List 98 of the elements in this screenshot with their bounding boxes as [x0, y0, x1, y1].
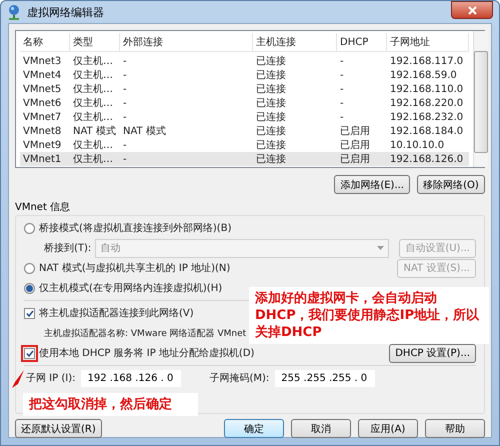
table-cell-text: 已连接 — [255, 68, 287, 82]
dialog-button[interactable]: 确定 — [224, 419, 284, 438]
annotation-text: 把这勾取消掉，然后确定 — [23, 393, 198, 416]
table-cell-text: 10.10.10.0 — [389, 138, 446, 152]
table-cell-text: 仅主机… — [72, 82, 114, 96]
table-cell-text: - — [122, 152, 128, 166]
column-header[interactable]: 名称 — [20, 33, 70, 51]
table-cell-text: - — [122, 54, 128, 68]
table-cell-text: 已连接 — [255, 124, 287, 138]
scrollbar[interactable] — [473, 31, 488, 167]
table-cell-text: - — [122, 82, 128, 96]
table-cell-text: VMnet8 — [22, 124, 62, 138]
dialog-button[interactable]: 还原默认设置(R) — [15, 419, 102, 438]
table-cell-text: 已启用 — [339, 152, 371, 166]
globe-icon — [7, 4, 21, 20]
checkbox[interactable] — [24, 348, 35, 358]
column-header[interactable]: 主机连接 — [253, 33, 337, 51]
table-row[interactable]: VMnet8 NAT 模式 NAT 模式 已连接 已启用 192.168.184.0 — [20, 124, 469, 138]
table-row[interactable]: VMnet4 仅主机… - 已连接 - 192.168.59.0 — [20, 68, 469, 82]
table-cell-text: 192.168.126.0 — [389, 152, 464, 166]
table-cell-text: 192.168.184.0 — [389, 124, 464, 138]
table-row[interactable]: VMnet9 仅主机… - 已连接 已启用 10.10.10.0 — [20, 138, 469, 152]
column-header[interactable]: DHCP — [337, 33, 387, 51]
bridge-to-label: 桥接到(T): — [44, 242, 92, 255]
table-cell-text: 仅主机… — [72, 54, 114, 68]
table-cell-text: 仅主机… — [72, 110, 114, 124]
group-title: VMnet 信息 — [15, 200, 72, 214]
table-action-button[interactable]: 添加网络(E)... — [334, 175, 410, 194]
table-cell-text: 仅主机… — [72, 68, 114, 82]
caret-icon — [377, 246, 384, 250]
mode-label[interactable]: 仅主机模式(在专用网络内连接虚拟机)(H) — [39, 281, 222, 295]
table-cell-text: VMnet1 — [22, 152, 62, 166]
column-header[interactable]: 子网地址 — [387, 33, 469, 51]
table-cell-text: NAT 模式 — [122, 124, 167, 138]
column-header[interactable]: 类型 — [70, 33, 120, 51]
table-cell-text: 已连接 — [255, 138, 287, 152]
annotation-text: 添加好的虚拟网卡，会自动启动DHCP，我们要使用静态IP地址，所以关掉DHCP — [249, 287, 489, 344]
table-cell-text: VMnet6 — [22, 96, 62, 110]
mode-radio[interactable] — [24, 282, 35, 294]
table-cell-text: - — [339, 54, 345, 68]
window-title: 虚拟网络编辑器 — [27, 4, 105, 20]
table-cell-text: 已连接 — [255, 54, 287, 68]
table-cell-text: 已连接 — [255, 82, 287, 96]
mode-label[interactable]: 桥接模式(将虚拟机直接连接到外部网络)(B) — [39, 221, 232, 235]
field-label: 子网掩码(M): — [209, 372, 270, 385]
checkbox[interactable] — [24, 308, 35, 318]
checkbox-label[interactable]: 将主机虚拟适配器连接到此网络(V) — [39, 306, 194, 320]
pointer-mark — [12, 370, 24, 388]
table-cell-text: 仅主机… — [72, 138, 114, 152]
table-cell-text: 仅主机… — [72, 152, 114, 166]
mode-radio[interactable] — [24, 222, 35, 234]
table-cell-text: VMnet3 — [22, 54, 62, 68]
table-cell-text: - — [122, 110, 128, 124]
table-cell-text: 仅主机… — [72, 96, 114, 110]
table-cell-text: 192.168.117.0 — [389, 54, 464, 68]
table-cell-text: VMnet7 — [22, 110, 62, 124]
table-row[interactable]: VMnet3 仅主机… - 已连接 - 192.168.117.0 — [20, 54, 469, 68]
table-cell-text: 192.168.232.0 — [389, 110, 464, 124]
table-cell-text: NAT 模式 — [72, 124, 117, 138]
table-cell-text: - — [122, 138, 128, 152]
table-cell-text: VMnet9 — [22, 138, 62, 152]
table-row[interactable]: VMnet1 仅主机… - 已连接 已启用 192.168.126.0 — [20, 152, 469, 166]
table-cell-text: 已连接 — [255, 110, 287, 124]
table-row[interactable]: VMnet7 仅主机… - 已连接 - 192.168.232.0 — [20, 110, 469, 124]
table-row[interactable]: VMnet5 仅主机… - 已连接 - 192.168.110.0 — [20, 82, 469, 96]
table-cell-text: VMnet5 — [22, 82, 62, 96]
table-cell-text: 192.168.110.0 — [389, 82, 464, 96]
table-cell-text: VMnet4 — [22, 68, 62, 82]
dialog-button[interactable]: 应用(A) — [358, 419, 418, 438]
field-label: 子网 IP (I): — [26, 372, 76, 385]
table-cell-text: 已启用 — [339, 124, 371, 138]
table-cell-text: 已启用 — [339, 138, 371, 152]
table-action-button[interactable]: 移除网络(O) — [417, 175, 485, 194]
close-button[interactable] — [451, 1, 493, 19]
table-cell-text: - — [122, 68, 128, 82]
table-cell-text: - — [339, 110, 345, 124]
table-cell-text: - — [122, 96, 128, 110]
table-row[interactable]: VMnet6 仅主机… - 已连接 - 192.168.220.0 — [20, 96, 469, 110]
column-header[interactable]: 外部连接 — [120, 33, 253, 51]
checkbox-label[interactable]: 使用本地 DHCP 服务将 IP 地址分配给虚拟机(D) — [39, 346, 254, 360]
subnet-mask-field[interactable]: 255 .255 .255 . 0 — [275, 370, 376, 386]
table-cell-text: - — [339, 96, 345, 110]
checkmark-icon — [26, 350, 34, 356]
mode-label[interactable]: NAT 模式(与虚拟机共享主机的 IP 地址)(N) — [39, 261, 230, 275]
dialog-button[interactable]: 取消 — [291, 419, 351, 438]
dhcp-settings-button[interactable]: DHCP 设置(P)... — [389, 344, 476, 362]
checkmark-icon — [26, 310, 34, 316]
adapter-name-text: 主机虚拟适配器名称: VMware 网络适配器 VMnet — [44, 328, 246, 340]
dialog-button[interactable]: 帮助 — [425, 419, 485, 438]
table-cell-text: 192.168.220.0 — [389, 96, 464, 110]
close-icon — [468, 6, 476, 14]
table-cell-text: - — [339, 82, 345, 96]
table-cell-text: 已连接 — [255, 96, 287, 110]
subnet-ip-field[interactable]: 192 .168 .126 . 0 — [81, 370, 182, 386]
table-cell-text: - — [339, 68, 345, 82]
mode-radio[interactable] — [24, 262, 35, 274]
table-cell-text: 已连接 — [255, 152, 287, 166]
table-cell-text: 192.168.59.0 — [389, 68, 458, 82]
